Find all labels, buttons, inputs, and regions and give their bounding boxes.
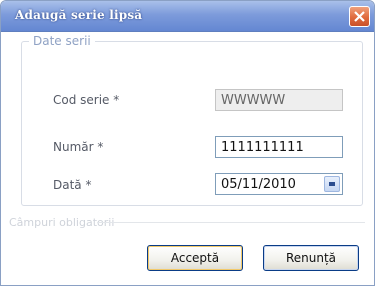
accept-button[interactable]: Acceptă	[147, 245, 243, 271]
numar-value: 1111111111	[221, 140, 304, 155]
separator-line	[97, 222, 365, 223]
calendar-dropdown-button[interactable]	[324, 176, 340, 192]
close-button[interactable]	[349, 6, 370, 27]
numar-label: Număr *	[53, 140, 104, 154]
data-label: Dată *	[53, 178, 92, 192]
date-picker-input[interactable]: 05/11/2010	[215, 173, 343, 195]
cod-serie-label: Cod serie *	[53, 93, 120, 107]
title-bar[interactable]: Adaugă serie lipsă	[1, 1, 374, 32]
data-value: 05/11/2010	[221, 177, 296, 192]
calendar-dropdown-icon	[329, 182, 335, 186]
dialog-window: Adaugă serie lipsă Date serii Cod serie …	[0, 0, 375, 286]
group-title: Date serii	[29, 34, 95, 48]
close-icon	[354, 11, 365, 22]
window-title: Adaugă serie lipsă	[15, 8, 143, 22]
cod-serie-value: WWWWW	[221, 93, 286, 108]
numar-input[interactable]: 1111111111	[215, 136, 343, 158]
cancel-button[interactable]: Renunță	[263, 245, 359, 271]
cod-serie-field: WWWWW	[215, 89, 343, 111]
